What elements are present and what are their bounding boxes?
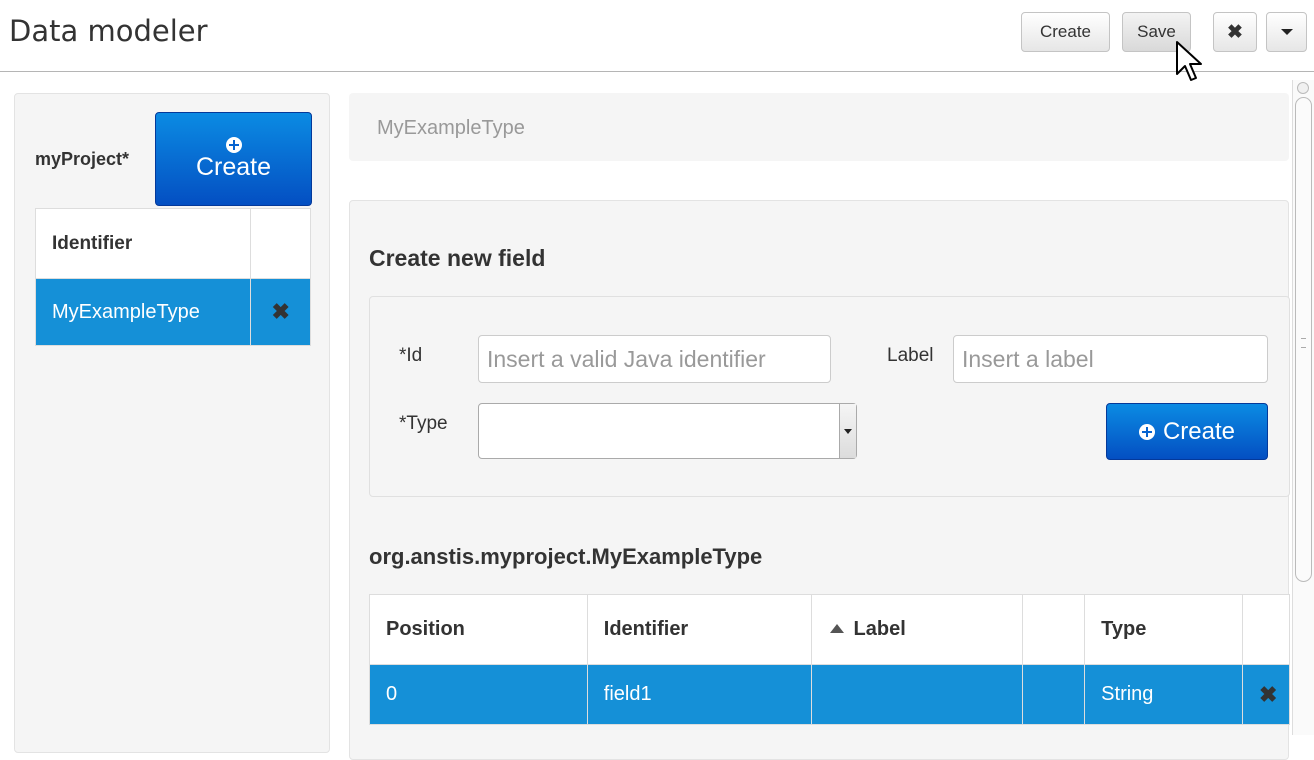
select-arrow-icon[interactable]: [839, 404, 856, 458]
create-field-label: Create: [1162, 417, 1236, 445]
label-label: Label: [887, 345, 934, 366]
extra-column-header: [1022, 594, 1086, 665]
delete-field-button[interactable]: ✖: [1242, 664, 1290, 725]
field-position-cell[interactable]: 0: [369, 664, 588, 725]
field-identifier-cell[interactable]: field1: [586, 664, 812, 725]
new-field-form: *Id Insert a valid Java identifier Label…: [369, 296, 1290, 497]
delete-type-button[interactable]: ✖: [250, 278, 311, 346]
vertical-scrollbar[interactable]: [1292, 80, 1314, 735]
type-column-header[interactable]: Type: [1084, 594, 1243, 665]
table-row[interactable]: MyExampleType ✖: [34, 278, 311, 346]
field-extra-cell: [1022, 664, 1086, 725]
create-field-button[interactable]: Create: [1106, 403, 1268, 460]
fields-table: Position Identifier Label Type 0 field1 …: [369, 594, 1290, 725]
mouse-cursor-icon: [1176, 41, 1202, 81]
id-input[interactable]: Insert a valid Java identifier: [478, 335, 831, 383]
title-bar: Data modeler Create Save ✖: [0, 0, 1314, 81]
label-column-header[interactable]: Label: [810, 594, 1024, 665]
selected-type-name: MyExampleType: [377, 117, 525, 139]
type-header: MyExampleType: [349, 93, 1289, 161]
label-column-text: Label: [853, 618, 906, 640]
toolbar-create-button[interactable]: Create: [1021, 12, 1110, 52]
chevron-down-icon: [1280, 29, 1293, 35]
plus-circle-icon: [1138, 423, 1155, 440]
page-title: Data modeler: [9, 14, 208, 48]
delete-icon: ✖: [271, 299, 290, 324]
close-icon: ✖: [1227, 21, 1243, 43]
plus-circle-icon: [225, 136, 242, 153]
scroll-up-icon[interactable]: [1297, 82, 1309, 94]
identifier-column-header[interactable]: Identifier: [586, 594, 812, 665]
label-input[interactable]: Insert a label: [953, 335, 1268, 383]
delete-icon: ✖: [1259, 681, 1278, 707]
create-type-button[interactable]: Create: [155, 112, 312, 206]
close-button[interactable]: ✖: [1213, 12, 1257, 52]
table-row[interactable]: 0 field1 String ✖: [369, 664, 1290, 725]
actions-column-header: [1242, 594, 1290, 665]
type-select[interactable]: [478, 403, 857, 459]
type-identifier-cell[interactable]: MyExampleType: [34, 278, 252, 346]
create-field-title: Create new field: [369, 245, 546, 271]
types-table: Identifier MyExampleType ✖: [34, 208, 311, 346]
position-column-header[interactable]: Position: [369, 594, 588, 665]
more-menu-button[interactable]: [1266, 12, 1307, 52]
project-panel: myProject* Create Identifier MyExampleTy…: [14, 93, 330, 753]
table-header-row: Identifier: [34, 208, 311, 279]
grip-icon: [1301, 338, 1306, 348]
actions-column-header: [250, 208, 311, 279]
project-name: myProject*: [35, 149, 130, 169]
type-label: *Type: [399, 413, 448, 434]
field-label-cell[interactable]: [810, 664, 1024, 725]
id-label: *Id: [399, 345, 423, 366]
sort-asc-icon: [829, 624, 844, 633]
field-editor-panel: Create new field *Id Insert a valid Java…: [349, 200, 1290, 760]
table-header-row: Position Identifier Label Type: [369, 594, 1290, 665]
identifier-column-header[interactable]: Identifier: [34, 208, 252, 279]
field-type-cell[interactable]: String: [1084, 664, 1243, 725]
scrollbar-thumb[interactable]: [1295, 97, 1312, 582]
type-fqn-title: org.anstis.myproject.MyExampleType: [369, 544, 763, 569]
create-type-label: Create: [195, 152, 272, 181]
